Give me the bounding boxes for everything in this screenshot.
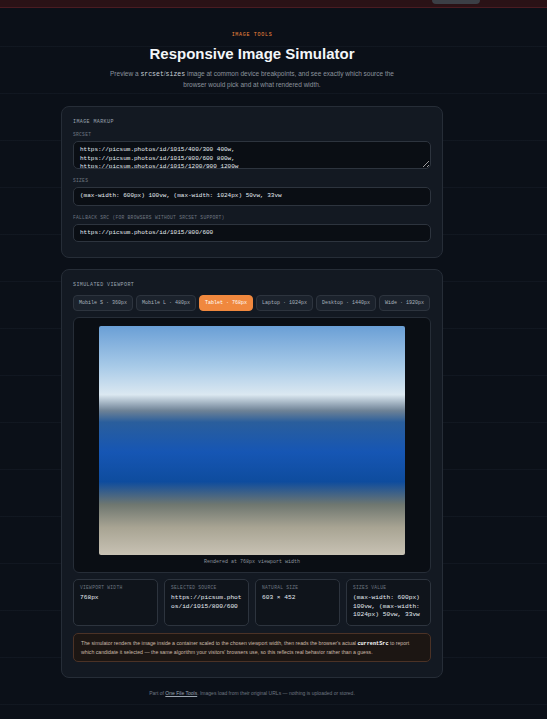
stat-label: SIZES VALUE (353, 585, 424, 591)
text-run: / (164, 70, 166, 77)
form-field: FALLBACK SRC (FOR BROWSERS WITHOUT SRCSE… (73, 215, 431, 242)
viewport-tab[interactable]: Desktop · 1440px (316, 295, 376, 311)
text-run: The simulator renders the image inside a… (81, 640, 357, 646)
footer-link[interactable]: One File Tools (165, 690, 197, 696)
viewport-tab[interactable]: Laptop · 1024px (256, 295, 313, 311)
srcset-textarea[interactable]: https://picsum.photos/id/1015/400/300 40… (73, 141, 431, 169)
form-field: SRCSET https://picsum.photos/id/1015/400/… (73, 132, 431, 169)
stat-label: SELECTED SOURCE (171, 585, 242, 591)
panel-title: SIMULATED VIEWPORT (73, 282, 431, 289)
info-note: The simulator renders the image inside a… (73, 633, 431, 662)
stat-value: 768px (80, 594, 151, 603)
field-label: SRCSET (73, 132, 431, 138)
viewport-tab[interactable]: Wide · 1920px (379, 295, 430, 311)
page: IMAGE TOOLS Responsive Image Simulator P… (61, 8, 443, 697)
page-footer: Part of One File Tools. Images load from… (61, 690, 443, 697)
stat-box: VIEWPORT WIDTH 768px (73, 579, 158, 626)
top-bar (0, 0, 547, 8)
code-text: srcset (140, 71, 163, 78)
preview-image (99, 326, 405, 555)
markup-panel: IMAGE MARKUP SRCSET https://picsum.photos… (61, 106, 443, 258)
stat-value: https://picsum.photos/id/1015/800/600 (171, 594, 242, 611)
page-header: IMAGE TOOLS Responsive Image Simulator P… (61, 8, 443, 90)
code-text: sizes (166, 71, 186, 78)
text-run: . Images load from their original URLs —… (197, 690, 355, 696)
viewport-tabs: Mobile S · 360pxMobile L · 480pxTablet ·… (73, 295, 431, 311)
stat-label: VIEWPORT WIDTH (80, 585, 151, 591)
stat-box: NATURAL SIZE 603 × 452 (255, 579, 340, 626)
page-subtitle: Preview a srcset/sizes image at common d… (102, 69, 402, 90)
preview-stage: Rendered at 768px viewport width (73, 317, 431, 573)
text-run: Preview a (110, 70, 140, 77)
page-title: Responsive Image Simulator (61, 45, 443, 64)
text-run: image at common device breakpoints, and … (183, 70, 394, 88)
eyebrow: IMAGE TOOLS (61, 32, 443, 39)
stat-value: (max-width: 600px) 100vw, (max-width: 10… (353, 594, 424, 620)
viewport-panel: SIMULATED VIEWPORT Mobile S · 360pxMobil… (61, 269, 443, 678)
top-bar-button[interactable] (432, 0, 480, 4)
code-text: currentSrc (357, 641, 388, 647)
preview-caption: Rendered at 768px viewport width (74, 559, 430, 566)
viewport-tab[interactable]: Mobile S · 360px (73, 295, 133, 311)
field-label: FALLBACK SRC (FOR BROWSERS WITHOUT SRCSE… (73, 215, 431, 221)
markup-fields: SRCSET https://picsum.photos/id/1015/400/… (73, 132, 431, 242)
stat-value: 603 × 452 (262, 594, 333, 603)
panel-title: IMAGE MARKUP (73, 119, 431, 126)
stat-label: NATURAL SIZE (262, 585, 333, 591)
viewport-tab[interactable]: Mobile L · 480px (136, 295, 196, 311)
stat-box: SIZES VALUE (max-width: 600px) 100vw, (ma… (346, 579, 431, 626)
form-field: SIZES (73, 178, 431, 205)
viewport-tab[interactable]: Tablet · 768px (199, 295, 253, 311)
field-label: SIZES (73, 178, 431, 184)
text-field[interactable] (73, 224, 431, 242)
text-run: Part of (149, 690, 165, 696)
text-field[interactable] (73, 187, 431, 205)
stat-box: SELECTED SOURCE https://picsum.photos/id/… (164, 579, 249, 626)
stats-row: VIEWPORT WIDTH 768px SELECTED SOURCE https:… (73, 579, 431, 626)
